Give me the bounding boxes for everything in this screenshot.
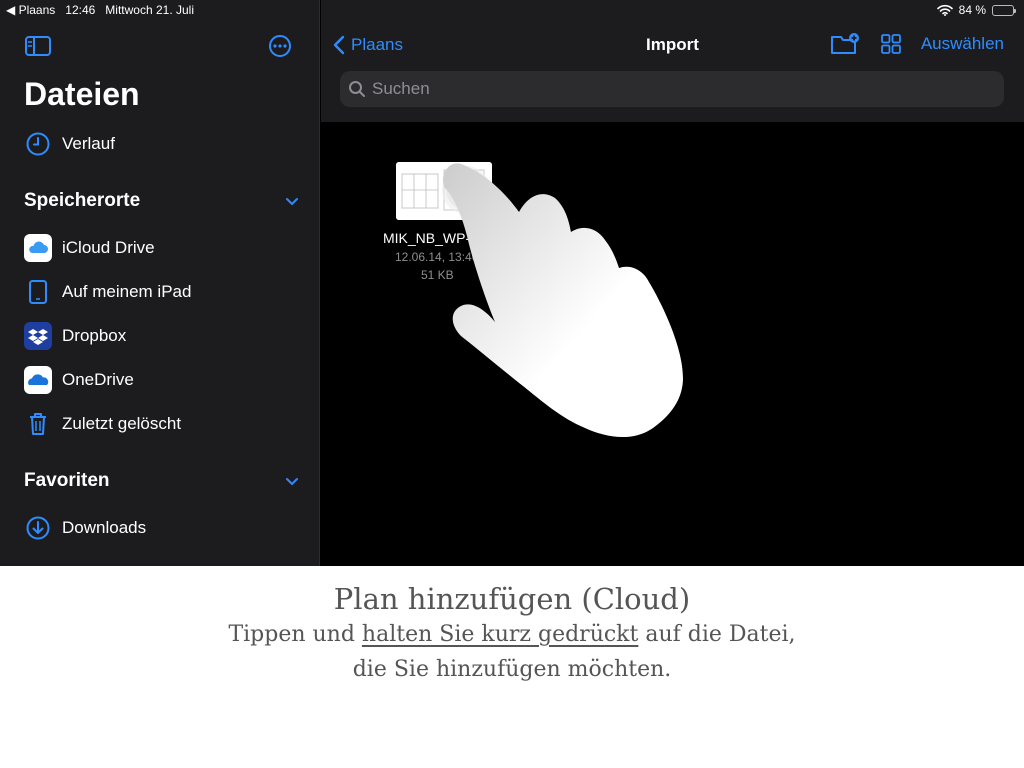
caption-text: Tippen und [228,622,362,647]
sidebar: Dateien Verlauf Speicherorte iCloud Driv… [0,0,320,566]
caption-area: Plan hinzufügen (Cloud) Tippen und halte… [0,566,1024,768]
sidebar-item-label: Dropbox [62,326,127,345]
caption-title: Plan hinzufügen (Cloud) [333,582,691,616]
sidebar-item-label: Verlauf [62,134,115,153]
status-bar: ◀ Plaans 12:46 Mittwoch 21. Juli 84 % [0,0,1024,20]
section-header-favorites[interactable]: Favoriten [24,466,300,496]
dropbox-icon [24,322,52,350]
sidebar-item-recently-deleted[interactable]: Zuletzt gelöscht [24,406,304,442]
caption-text: auf die Datei, [638,622,796,647]
section-header-locations[interactable]: Speicherorte [24,186,300,216]
onedrive-icon [24,366,52,394]
search-bar[interactable] [340,71,1004,107]
sidebar-item-label: Auf meinem iPad [62,282,192,301]
caption-line-2: die Sie hinzufügen möchten. [352,657,672,682]
ipad-screen: Dateien Verlauf Speicherorte iCloud Driv… [0,0,1024,566]
search-icon [348,80,366,98]
select-button[interactable]: Auswählen [921,34,1004,54]
sidebar-item-label: Downloads [62,518,147,537]
section-title: Speicherorte [24,190,141,211]
battery-percent: 84 % [958,3,986,17]
sidebar-title: Dateien [24,76,140,112]
battery-icon [992,4,1016,16]
wifi-icon [936,4,953,16]
main-content: Plaans Import Auswählen Suchen MIK_NB_WP… [321,0,1024,566]
grid-view-icon[interactable] [879,32,903,56]
more-options-icon[interactable] [267,34,295,58]
chevron-down-icon[interactable] [284,473,300,489]
back-to-app-link[interactable]: ◀ Plaans [6,3,55,17]
sidebar-item-label: Zuletzt gelöscht [62,414,182,433]
caption-emphasis: halten Sie kurz gedrückt [361,622,639,647]
status-time: 12:46 [65,3,96,17]
chevron-down-icon[interactable] [284,193,300,209]
sidebar-item-label: iCloud Drive [62,238,155,257]
search-input[interactable] [372,79,972,99]
status-date: Mittwoch 21. Juli [105,3,194,17]
icloud-icon [24,234,52,262]
download-icon [24,514,52,542]
section-title: Favoriten [24,470,110,491]
sidebar-item-dropbox[interactable]: Dropbox [24,318,304,354]
clock-icon [24,130,52,158]
sidebar-item-onedrive[interactable]: OneDrive [24,362,304,398]
sidebar-item-on-my-ipad[interactable]: Auf meinem iPad [24,274,304,310]
sidebar-toggle-icon[interactable] [24,34,52,58]
caption-line-1: Tippen und halten Sie kurz gedrückt auf … [0,622,1024,647]
sidebar-item-recents[interactable]: Verlauf [24,126,304,162]
trash-icon [24,410,52,438]
sidebar-item-downloads[interactable]: Downloads [24,510,304,546]
new-folder-icon[interactable] [829,32,861,56]
sidebar-item-label: OneDrive [62,370,134,389]
sidebar-item-icloud[interactable]: iCloud Drive [24,230,304,266]
touch-hand-icon [421,150,701,455]
ipad-icon [24,278,52,306]
